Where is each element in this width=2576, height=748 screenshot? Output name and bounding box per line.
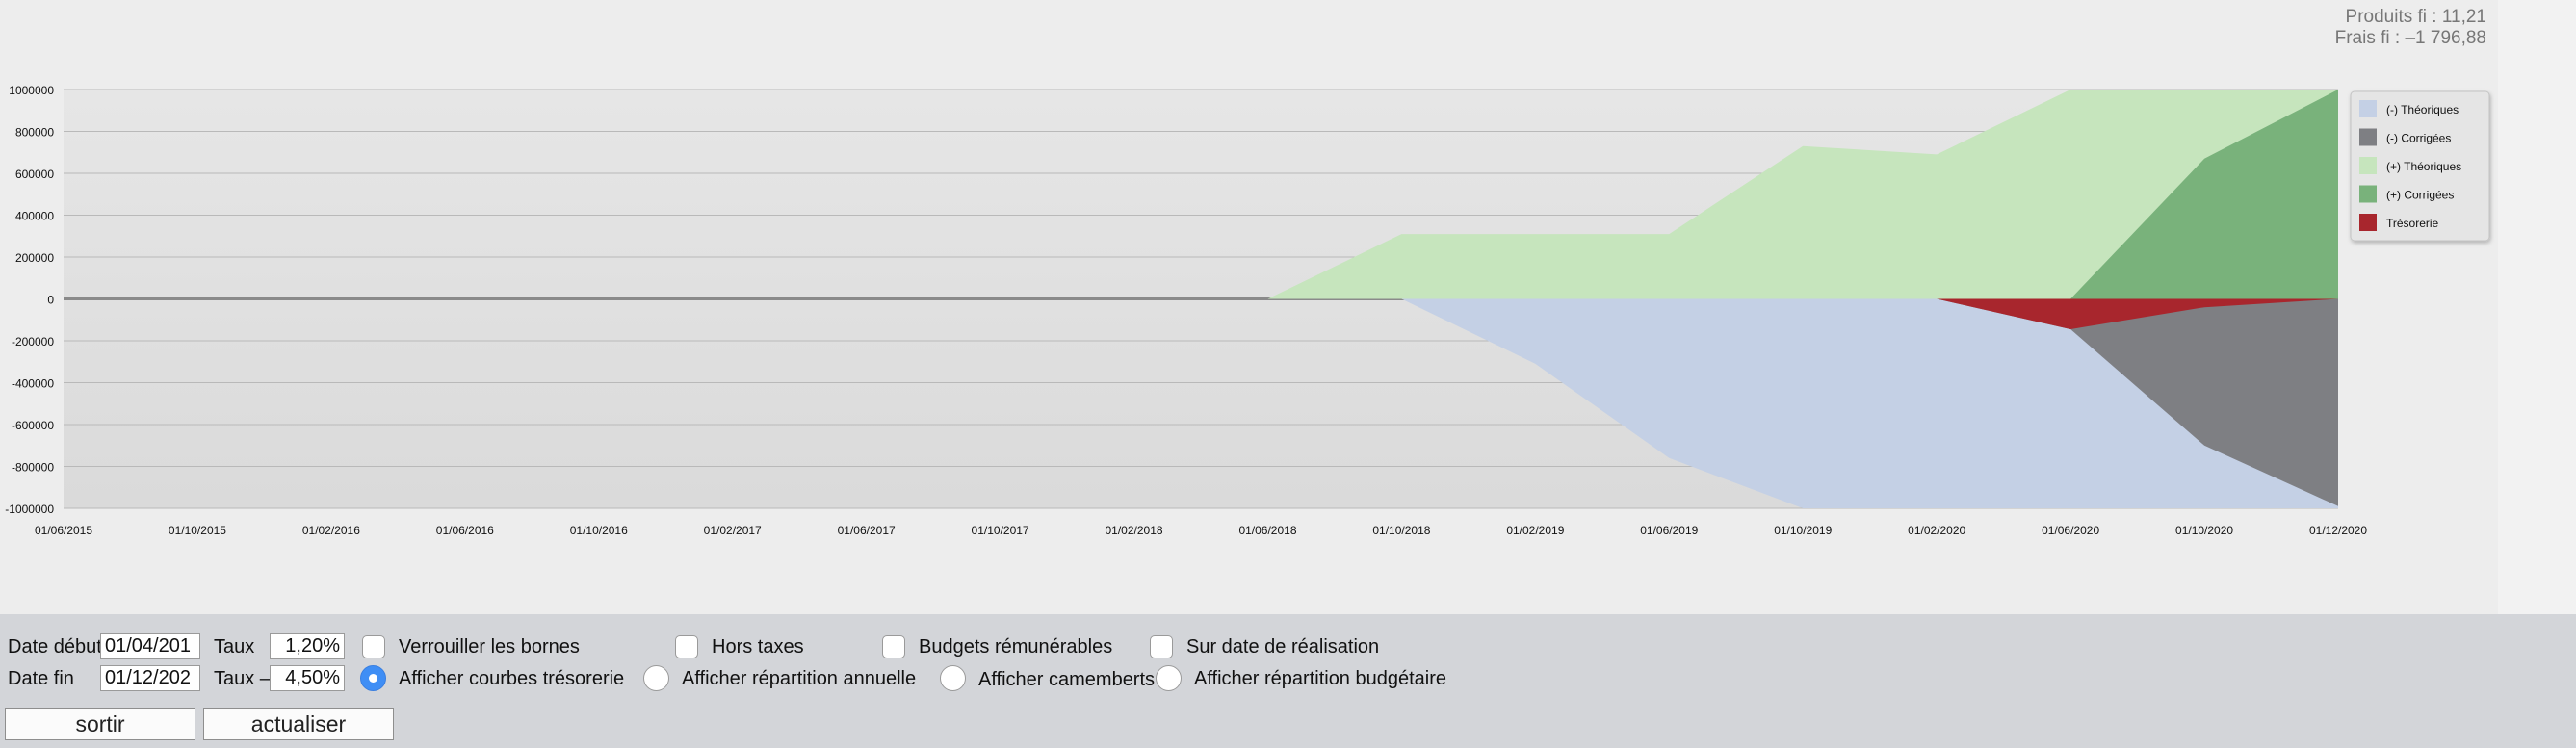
sortir-button[interactable]: sortir [5, 708, 195, 740]
right-margin [2498, 0, 2576, 614]
x-tick-label: 01/06/2016 [436, 524, 494, 537]
courbes-tresorerie-radio[interactable] [360, 665, 386, 691]
legend-swatch [2359, 157, 2377, 174]
x-tick-label: 01/06/2015 [35, 524, 92, 537]
x-tick-label: 01/02/2019 [1506, 524, 1564, 537]
hors-taxes-checkbox[interactable] [675, 635, 698, 658]
legend-label: (+) Corrigées [2386, 189, 2454, 202]
y-tick-label: 1000000 [9, 84, 54, 97]
taux-input[interactable] [270, 633, 345, 659]
verrouiller-bornes-checkbox[interactable] [362, 635, 385, 658]
x-tick-label: 01/10/2018 [1372, 524, 1430, 537]
legend-swatch [2359, 100, 2377, 117]
x-tick-label: 01/10/2015 [169, 524, 226, 537]
legend-label: (-) Théoriques [2386, 103, 2459, 116]
repartition-budgetaire-radio[interactable] [1156, 665, 1182, 691]
budgets-remunerables-label: Budgets rémunérables [919, 636, 1113, 658]
actualiser-button[interactable]: actualiser [203, 708, 394, 740]
y-tick-label: 800000 [15, 126, 54, 140]
x-tick-label: 01/02/2020 [1908, 524, 1965, 537]
repartition-annuelle-radio[interactable] [643, 665, 669, 691]
date-fin-label: Date fin [8, 668, 74, 689]
budgets-remunerables-checkbox[interactable] [882, 635, 905, 658]
y-tick-label: 0 [47, 294, 54, 307]
y-tick-label: -200000 [12, 335, 54, 348]
camemberts-radio[interactable] [940, 665, 966, 691]
verrouiller-bornes-label: Verrouiller les bornes [399, 636, 580, 658]
y-tick-label: -1000000 [5, 503, 54, 516]
y-tick-label: -800000 [12, 461, 54, 475]
x-tick-label: 01/12/2020 [2309, 524, 2367, 537]
x-tick-label: 01/10/2017 [972, 524, 1029, 537]
x-tick-label: 01/10/2020 [2175, 524, 2233, 537]
taux-label: Taux [214, 636, 255, 658]
legend-label: Trésorerie [2386, 217, 2439, 230]
x-tick-label: 01/06/2020 [2042, 524, 2099, 537]
y-tick-label: 600000 [15, 168, 54, 181]
x-tick-label: 01/02/2018 [1105, 524, 1162, 537]
y-tick-label: -400000 [12, 377, 54, 391]
sur-date-realisation-checkbox[interactable] [1150, 635, 1173, 658]
camemberts-label: Afficher camemberts [978, 669, 1156, 690]
legend-label: (-) Corrigées [2386, 132, 2451, 145]
controls-panel: Date début Taux Date fin Taux – Verrouil… [0, 614, 2576, 748]
x-tick-label: 01/06/2017 [838, 524, 896, 537]
courbes-tresorerie-label: Afficher courbes trésorerie [399, 668, 625, 689]
x-tick-label: 01/06/2018 [1238, 524, 1296, 537]
x-tick-label: 01/10/2016 [570, 524, 628, 537]
x-tick-label: 01/10/2019 [1774, 524, 1832, 537]
date-debut-label: Date début [8, 636, 102, 658]
taux-minus-input[interactable] [270, 665, 345, 691]
x-tick-label: 01/06/2019 [1640, 524, 1698, 537]
repartition-budgetaire-label: Afficher répartition budgétaire [1194, 668, 1447, 689]
treasury-chart: 1000000 800000 600000 400000 200000 0 -200000 -… [5, 84, 2490, 537]
x-tick-label: 01/02/2017 [704, 524, 762, 537]
legend-swatch [2359, 214, 2377, 231]
date-debut-input[interactable] [100, 633, 200, 659]
y-tick-label: 400000 [15, 210, 54, 223]
taux-minus-label: Taux – [214, 668, 271, 689]
legend-swatch [2359, 128, 2377, 146]
legend-swatch [2359, 185, 2377, 203]
x-tick-label: 01/02/2016 [302, 524, 360, 537]
y-tick-label: -600000 [12, 419, 54, 432]
chart-legend: (-) Théoriques (-) Corrigées (+) Théorique… [2350, 90, 2490, 242]
sur-date-realisation-label: Sur date de réalisation [1186, 636, 1380, 658]
repartition-annuelle-label: Afficher répartition annuelle [682, 668, 917, 689]
y-tick-label: 200000 [15, 251, 54, 265]
date-fin-input[interactable] [100, 665, 200, 691]
legend-label: (+) Théoriques [2386, 160, 2461, 173]
hors-taxes-label: Hors taxes [712, 636, 804, 658]
